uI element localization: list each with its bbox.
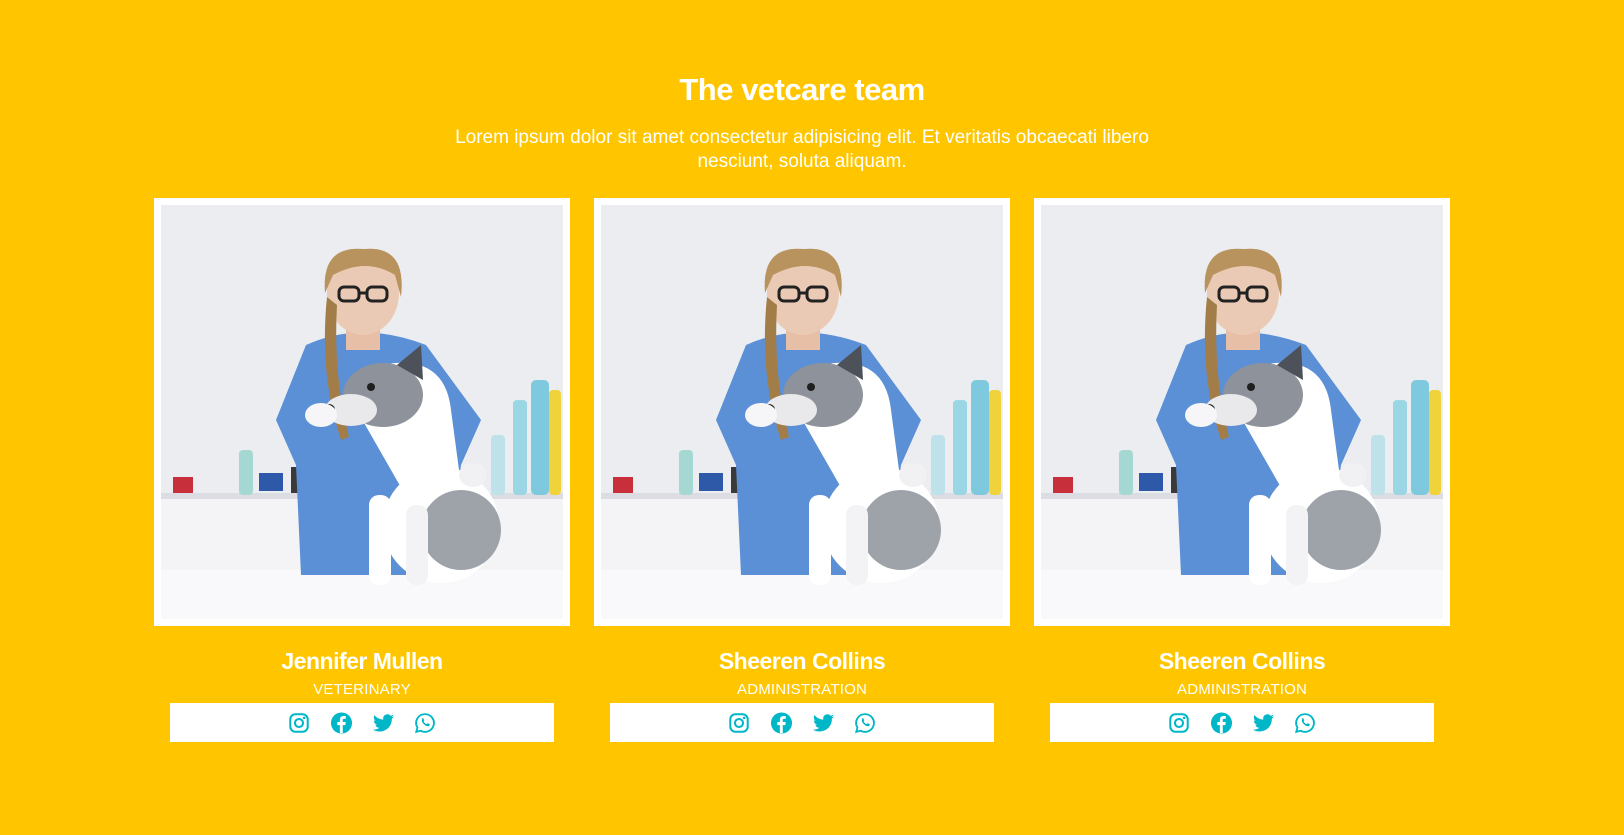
- section-subtitle: Lorem ipsum dolor sit amet consectetur a…: [455, 127, 1149, 172]
- facebook-icon[interactable]: [1210, 711, 1233, 734]
- twitter-icon[interactable]: [372, 711, 395, 734]
- team-member-photo: [601, 205, 1003, 619]
- team-member-photo: [161, 205, 563, 619]
- member-name: Sheeren Collins: [718, 648, 886, 674]
- team-card: Jennifer Mullen VETERINARY: [154, 198, 570, 742]
- photo-frame: [154, 198, 570, 626]
- social-links-bar: [610, 703, 994, 742]
- facebook-icon[interactable]: [770, 711, 793, 734]
- team-card: Sheeren Collins ADMINISTRATION: [594, 198, 1010, 742]
- facebook-icon[interactable]: [330, 711, 353, 734]
- team-card: Sheeren Collins ADMINISTRATION: [1034, 198, 1450, 742]
- whatsapp-icon[interactable]: [414, 711, 437, 734]
- twitter-icon[interactable]: [1252, 711, 1275, 734]
- social-links-bar: [170, 703, 554, 742]
- member-role: ADMINISTRATION: [736, 681, 868, 698]
- social-links-bar: [1050, 703, 1434, 742]
- photo-frame: [594, 198, 1010, 626]
- instagram-icon[interactable]: [1168, 711, 1191, 734]
- member-name: Jennifer Mullen: [281, 648, 443, 674]
- member-role: VETERINARY: [313, 681, 411, 698]
- twitter-icon[interactable]: [812, 711, 835, 734]
- member-role: ADMINISTRATION: [1176, 681, 1308, 698]
- whatsapp-icon[interactable]: [1294, 711, 1317, 734]
- photo-frame: [1034, 198, 1450, 626]
- team-section: The vetcare team Lorem ipsum dolor sit a…: [0, 0, 1624, 835]
- member-name: Sheeren Collins: [1158, 648, 1326, 674]
- whatsapp-icon[interactable]: [854, 711, 877, 734]
- instagram-icon[interactable]: [728, 711, 751, 734]
- section-title: The vetcare team: [679, 72, 925, 107]
- instagram-icon[interactable]: [288, 711, 311, 734]
- team-member-photo: [1041, 205, 1443, 619]
